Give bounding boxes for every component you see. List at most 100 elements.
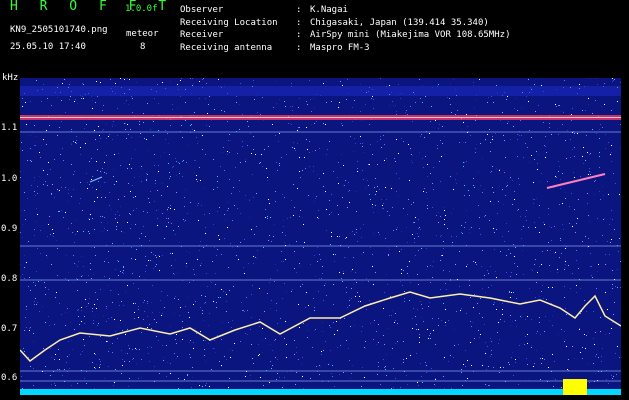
noise-speck [527,364,528,365]
noise-speck [225,220,226,221]
noise-speck [185,102,186,103]
noise-speck [240,213,241,214]
noise-speck [160,156,161,157]
noise-speck [551,240,552,241]
noise-speck [609,333,610,334]
noise-speck [582,241,583,242]
noise-speck [444,357,445,358]
noise-speck [180,307,181,308]
noise-speck [108,262,109,263]
noise-speck [240,162,241,163]
noise-speck [592,113,593,114]
noise-speck [541,363,542,364]
noise-speck [450,355,451,356]
noise-speck [130,214,131,215]
noise-speck [178,226,179,227]
noise-speck [185,220,186,221]
noise-speck [517,110,518,111]
noise-speck [323,123,324,124]
noise-speck [331,373,332,374]
noise-speck [484,278,485,279]
noise-speck [521,229,522,230]
noise-speck [475,152,476,153]
noise-speck [543,222,544,223]
noise-speck [229,134,230,135]
noise-speck [302,217,303,218]
noise-speck [139,176,140,177]
noise-speck [516,298,517,299]
noise-speck [136,249,137,250]
noise-speck [281,157,282,158]
noise-speck [571,193,572,194]
noise-speck [180,80,181,81]
noise-speck [314,310,315,311]
noise-speck [149,324,150,325]
noise-speck [229,179,230,180]
noise-speck [587,203,588,204]
info-row-location: Receiving Location: Chigasaki, Japan (13… [180,17,510,30]
noise-speck [553,386,554,387]
noise-speck [120,165,121,166]
noise-speck [594,344,595,345]
noise-speck [152,120,153,121]
noise-speck [267,177,268,178]
noise-speck [484,275,485,276]
noise-speck [274,224,275,225]
noise-speck [331,232,332,233]
noise-speck [435,378,436,379]
noise-speck [536,151,537,152]
noise-speck [391,188,392,189]
noise-speck [329,325,330,326]
noise-speck [512,180,513,181]
noise-speck [504,140,505,141]
noise-speck [406,227,407,228]
noise-speck [456,311,457,312]
noise-speck [599,191,600,192]
noise-speck [252,174,253,175]
y-label: 0.7 [1,324,18,334]
noise-speck [150,191,151,192]
noise-speck [106,124,107,125]
noise-speck [542,285,543,286]
noise-speck [493,204,494,205]
noise-speck [615,353,616,354]
noise-speck [616,374,617,375]
noise-speck [26,327,27,328]
noise-speck [418,236,419,237]
noise-speck [353,257,354,258]
noise-speck [566,158,567,159]
noise-speck [330,350,331,351]
noise-speck [321,354,322,355]
noise-speck [226,294,227,295]
noise-speck [162,345,163,346]
noise-speck [560,238,561,239]
noise-speck [173,166,174,167]
noise-speck [316,366,317,367]
noise-speck [558,171,559,172]
noise-speck [156,210,157,211]
noise-speck [199,250,200,251]
noise-speck [27,160,28,161]
noise-speck [158,255,159,256]
noise-speck [600,317,601,318]
noise-speck [536,198,537,199]
noise-speck [245,376,246,377]
noise-speck [195,328,196,329]
noise-speck [426,248,427,249]
noise-speck [255,154,256,155]
noise-speck [386,375,387,376]
noise-speck [204,214,205,215]
noise-speck [305,307,306,308]
noise-speck [361,237,362,238]
noise-speck [205,340,206,341]
noise-speck [204,303,205,304]
noise-speck [69,84,70,85]
noise-speck [87,182,88,183]
noise-speck [297,188,298,189]
noise-speck [240,242,241,243]
noise-speck [602,348,603,349]
noise-speck [564,269,565,270]
noise-speck [365,187,366,188]
noise-speck [412,121,413,122]
noise-speck [570,157,571,158]
